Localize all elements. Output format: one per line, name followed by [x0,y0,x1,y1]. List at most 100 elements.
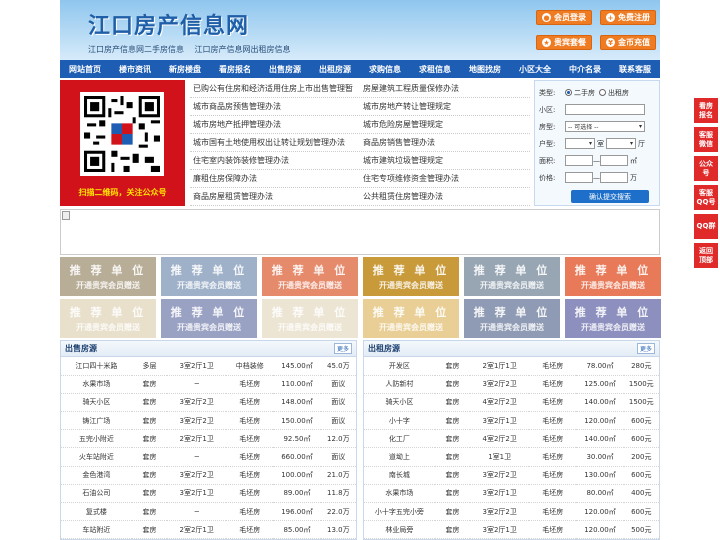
sidebar-button[interactable]: QQ群 [694,214,718,239]
sublink-rent[interactable]: 江口房产信息网出租房信息 [195,45,291,54]
nav-item[interactable]: 网站首页 [60,64,110,75]
recommended-unit-ad[interactable]: 推 荐 单 位开通贵宾会员赠送 [464,257,560,296]
policy-link[interactable]: 房屋建筑工程质量保修办法 [360,83,530,94]
recommended-unit-ad[interactable]: 推 荐 单 位开通贵宾会员赠送 [565,299,661,338]
table-cell: 套房 [434,520,471,540]
price-min-input[interactable] [565,172,593,183]
nav-item[interactable]: 求购信息 [360,64,410,75]
vip-package-button[interactable]: ★ 贵宾套餐 [536,35,592,50]
table-cell: 毛坯房 [226,393,274,413]
nav-item[interactable]: 楼市资讯 [110,64,160,75]
nav-item[interactable]: 看房报名 [210,64,260,75]
table-row[interactable]: 开发区 套房 2室1厅1卫 毛坯房 78.00㎡ 280元 [364,357,659,376]
policy-link[interactable]: 城市建筑垃圾管理规定 [360,155,530,166]
table-cell: 1500元 [623,375,659,394]
policy-link[interactable]: 城市商品房预售管理办法 [190,101,360,112]
login-button[interactable]: ● 会员登录 [536,10,592,25]
table-row[interactable]: 人防新村 套房 3室2厅2卫 毛坯房 125.00㎡ 1500元 [364,375,659,394]
policy-link[interactable]: 城市国有土地使用权出让转让规划管理办法 [190,137,360,148]
housetype-select[interactable]: -- 可选择 -- ▾ [565,121,645,132]
policy-link[interactable]: 已购公有住房和经济适用住房上市出售管理暂 [190,83,360,94]
price-max-input[interactable] [600,172,628,183]
policy-link[interactable]: 廉租住房保障办法 [190,173,360,184]
nav-item[interactable]: 小区大全 [510,64,560,75]
area-min-input[interactable] [565,155,593,166]
table-row[interactable]: 五完小附近 套房 2室2厅1卫 毛坯房 92.50㎡ 12.0万 [61,429,356,449]
table-row[interactable]: 骑天小区 套房 4室2厅2卫 毛坯房 140.00㎡ 1500元 [364,393,659,413]
table-cell: 毛坯房 [529,484,577,504]
table-row[interactable]: 化工厂 套房 4室2厅2卫 毛坯房 140.00㎡ 600元 [364,429,659,449]
ad-title: 推 荐 单 位 [473,306,551,319]
table-cell: 套房 [434,484,471,504]
sublink-sale[interactable]: 江口房产信息网二手房信息 [88,45,184,54]
table-row[interactable]: 火车站附近 套房 ─ 毛坯房 660.00㎡ 面议 [61,447,356,467]
room-select[interactable]: ▾ [565,138,595,149]
nav-item[interactable]: 出售房源 [260,64,310,75]
recommended-unit-ad[interactable]: 推 荐 单 位开通贵宾会员赠送 [262,299,358,338]
recommended-unit-ad[interactable]: 推 荐 单 位开通贵宾会员赠送 [161,257,257,296]
table-row[interactable]: 水果市场 套房 3室2厅1卫 毛坯房 80.00㎡ 400元 [364,484,659,504]
recommended-unit-ad[interactable]: 推 荐 单 位开通贵宾会员赠送 [60,257,156,296]
policy-link[interactable]: 商品房屋租赁管理办法 [190,191,360,202]
community-input[interactable] [565,104,645,115]
radio-sale[interactable] [565,89,572,96]
area-max-input[interactable] [600,155,628,166]
table-row[interactable]: 林业局旁 套房 3室2厅1卫 毛坯房 120.00㎡ 500元 [364,520,659,540]
table-row[interactable]: 金色港湾 套房 3室2厅2卫 毛坯房 100.00㎡ 21.0万 [61,466,356,485]
nav-item[interactable]: 联系客服 [610,64,660,75]
hall-select[interactable]: ▾ [606,138,636,149]
site-logo[interactable]: 江口房产信息网 [88,8,249,40]
recommended-unit-ad[interactable]: 推 荐 单 位开通贵宾会员赠送 [565,257,661,296]
sidebar-button[interactable]: 看房报名 [694,98,718,123]
link-row: 城市商品房预售管理办法 城市房地产转让管理规定 [190,98,530,116]
table-cell: 水果市场 [364,484,435,504]
policy-link[interactable]: 公共租赁住房管理办法 [360,191,530,202]
table-row[interactable]: 小十字五完小旁 套房 3室2厅2卫 毛坯房 120.00㎡ 600元 [364,502,659,522]
recommended-unit-ad[interactable]: 推 荐 单 位开通贵宾会员赠送 [363,257,459,296]
table-cell: 1500元 [623,393,659,413]
rent-more-link[interactable]: 更多 [636,343,655,354]
header-sublinks: 江口房产信息网二手房信息 江口房产信息网出租房信息 [88,44,299,55]
policy-link[interactable]: 商品房销售管理办法 [360,137,530,148]
radio-rent[interactable] [599,89,606,96]
nav-item[interactable]: 出租房源 [310,64,360,75]
table-row[interactable]: 小十字 套房 3室2厅1卫 毛坯房 120.00㎡ 600元 [364,411,659,431]
nav-item[interactable]: 新房楼盘 [160,64,210,75]
table-row[interactable]: 南长城 套房 3室2厅2卫 毛坯房 130.00㎡ 600元 [364,466,659,485]
sale-more-link[interactable]: 更多 [333,343,352,354]
table-row[interactable]: 车站附近 套房 2室2厅1卫 毛坯房 85.00㎡ 13.0万 [61,520,356,540]
register-button[interactable]: + 免费注册 [600,10,656,25]
policy-link[interactable]: 住宅专项维修资金管理办法 [360,173,530,184]
sidebar-button[interactable]: 客服QQ号 [694,185,718,210]
policy-link[interactable]: 住宅室内装饰装修管理办法 [190,155,360,166]
banner-image[interactable] [60,209,660,255]
sidebar-button[interactable]: 返回顶部 [694,243,718,268]
search-submit-button[interactable]: 确认提交搜索 [571,190,649,203]
policy-link[interactable]: 城市房地产抵押管理办法 [190,119,360,130]
recommended-unit-ad[interactable]: 推 荐 单 位开通贵宾会员赠送 [161,299,257,338]
sidebar-button[interactable]: 公众号 [694,156,718,181]
nav-item[interactable]: 求租信息 [410,64,460,75]
ad-subtitle: 开通贵宾会员赠送 [177,323,241,332]
table-row[interactable]: 复式楼 套房 ─ 毛坯房 196.00㎡ 22.0万 [61,502,356,522]
table-row[interactable]: 骑天小区 套房 3室2厅2卫 毛坯房 148.00㎡ 面议 [61,393,356,413]
recommended-unit-ad[interactable]: 推 荐 单 位开通贵宾会员赠送 [262,257,358,296]
recommended-unit-ad[interactable]: 推 荐 单 位开通贵宾会员赠送 [60,299,156,338]
table-cell: 78.00㎡ [576,357,624,376]
table-cell: 148.00㎡ [273,393,321,413]
table-cell: 面议 [320,447,356,467]
table-row[interactable]: 石油公司 套房 3室2厅1卫 毛坯房 89.00㎡ 11.8万 [61,484,356,504]
table-row[interactable]: 水果市场 套房 ─ 毛坯房 110.00㎡ 面议 [61,375,356,394]
sidebar-button[interactable]: 客服微信 [694,127,718,152]
table-cell: 3室2厅1卫 [167,484,227,504]
table-row[interactable]: 铸江广场 套房 3室2厅2卫 毛坯房 150.00㎡ 面议 [61,411,356,431]
nav-item[interactable]: 地图找房 [460,64,510,75]
table-row[interactable]: 江口四十米路 多层 3室2厅1卫 中档装修 145.00㎡ 45.0万 [61,357,356,376]
nav-item[interactable]: 中介名录 [560,64,610,75]
recommended-unit-ad[interactable]: 推 荐 单 位开通贵宾会员赠送 [363,299,459,338]
recommended-unit-ad[interactable]: 推 荐 单 位开通贵宾会员赠送 [464,299,560,338]
table-row[interactable]: 道坳上 套房 1室1卫 毛坯房 30.00㎡ 200元 [364,447,659,467]
coin-recharge-button[interactable]: ¥ 金币充值 [600,35,656,50]
policy-link[interactable]: 城市危险房屋管理规定 [360,119,530,130]
policy-link[interactable]: 城市房地产转让管理规定 [360,101,530,112]
